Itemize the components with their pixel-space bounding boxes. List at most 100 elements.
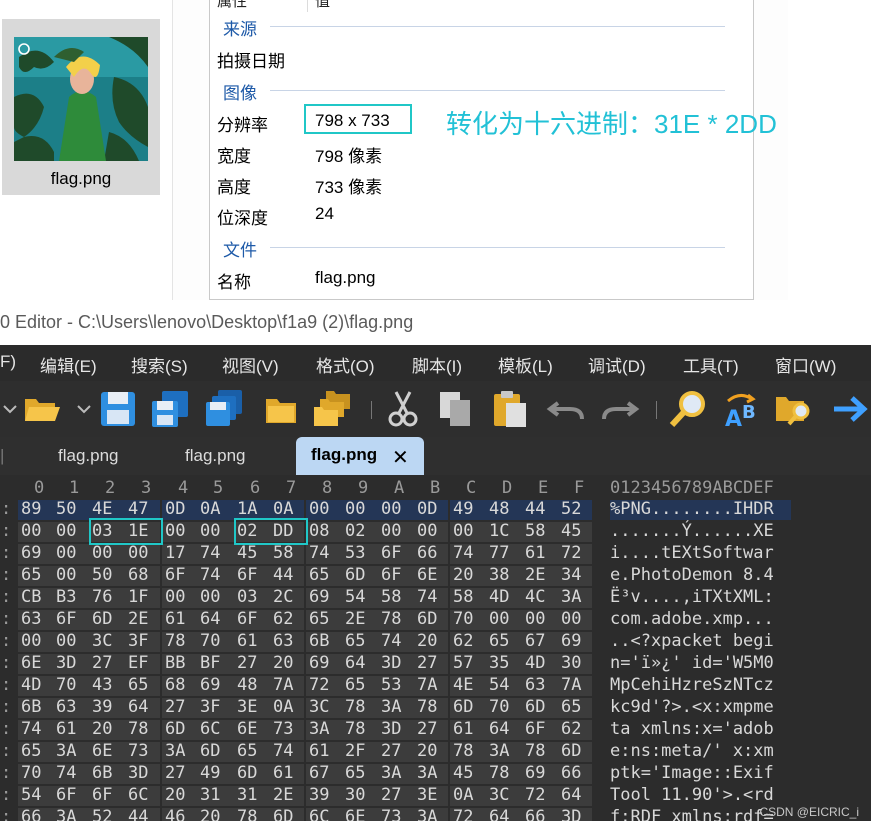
hex-byte[interactable]: 61 — [525, 543, 545, 563]
hex-row[interactable]: :65 3A 6E 73 3A 6D 65 74 61 2F 27 20 78 3A 78 6D e:ns:me… — [0, 741, 871, 763]
close-tab-icon[interactable]: ✕ — [392, 445, 409, 470]
hex-byte[interactable]: 39 — [309, 785, 329, 805]
hex-row[interactable]: :66 3A 52 44 46 20 78 6D 6C 6E 73 3A 72 64 66 3D f:RDF x… — [0, 807, 871, 821]
hex-byte[interactable]: 00 — [165, 521, 185, 541]
ascii-text[interactable]: ptk='Image::Exif — [610, 763, 774, 783]
hex-byte[interactable]: 3D — [56, 653, 76, 673]
hex-byte[interactable]: 34 — [561, 565, 581, 585]
hex-byte[interactable]: 1C — [489, 521, 509, 541]
hex-byte[interactable]: 3F — [200, 697, 220, 717]
hex-byte[interactable]: 4D — [489, 587, 509, 607]
hex-byte[interactable]: 67 — [309, 763, 329, 783]
tab-flag-png-1[interactable]: flag.png — [58, 437, 119, 475]
hex-byte[interactable]: 65 — [21, 741, 41, 761]
hex-byte[interactable]: 6D — [525, 697, 545, 717]
hex-byte[interactable]: 70 — [200, 631, 220, 651]
hex-byte[interactable]: 27 — [417, 653, 437, 673]
hex-byte[interactable]: 64 — [345, 653, 365, 673]
property-column-header[interactable]: 属性 — [217, 0, 247, 11]
menu-tools[interactable]: 工具(T) — [683, 352, 739, 377]
hex-row[interactable]: :65 00 50 68 6F 74 6F 44 65 6D 6F 6E 20 38 2E 34 e.Photo… — [0, 565, 871, 587]
hex-byte[interactable]: 3D — [381, 719, 401, 739]
hex-byte[interactable]: 65 — [128, 675, 148, 695]
hex-byte[interactable]: 27 — [165, 763, 185, 783]
hex-byte[interactable]: 64 — [128, 697, 148, 717]
hex-byte[interactable]: 2E — [525, 565, 545, 585]
hex-byte[interactable]: 61 — [237, 631, 257, 651]
hex-byte[interactable]: 61 — [273, 763, 293, 783]
hex-byte[interactable]: 61 — [453, 719, 473, 739]
ascii-text[interactable]: .......Ý......XE — [610, 521, 774, 541]
hex-byte[interactable]: 54 — [345, 587, 365, 607]
hex-byte[interactable]: 4C — [525, 587, 545, 607]
menu-edit[interactable]: 编辑(E) — [40, 352, 97, 377]
find-in-files-icon[interactable] — [774, 389, 814, 429]
menu-view[interactable]: 视图(V) — [222, 352, 279, 377]
hex-byte[interactable]: 69 — [309, 587, 329, 607]
hex-byte[interactable]: 52 — [561, 499, 581, 519]
hex-byte[interactable]: 27 — [237, 653, 257, 673]
paste-icon[interactable] — [490, 389, 530, 429]
hex-byte[interactable]: 52 — [92, 807, 112, 821]
hex-byte[interactable]: 62 — [453, 631, 473, 651]
hex-byte[interactable]: 67 — [525, 631, 545, 651]
hex-byte[interactable]: 27 — [165, 697, 185, 717]
hex-byte[interactable]: 70 — [56, 675, 76, 695]
hex-byte[interactable]: 66 — [561, 763, 581, 783]
hex-byte[interactable]: 3A — [56, 741, 76, 761]
hex-byte[interactable]: 6E — [21, 653, 41, 673]
hex-byte[interactable]: 6F — [237, 565, 257, 585]
hex-byte[interactable]: 70 — [489, 697, 509, 717]
menu-search[interactable]: 搜索(S) — [131, 352, 188, 377]
hex-byte[interactable]: 0A — [200, 499, 220, 519]
hex-byte[interactable]: 43 — [92, 675, 112, 695]
hex-byte[interactable]: 6E — [345, 807, 365, 821]
hex-byte[interactable]: 72 — [309, 675, 329, 695]
file-thumbnail-card[interactable]: flag.png — [2, 19, 160, 195]
hex-byte[interactable]: 65 — [489, 631, 509, 651]
hex-byte[interactable]: 54 — [21, 785, 41, 805]
hex-byte[interactable]: 7A — [273, 675, 293, 695]
hex-byte[interactable]: 00 — [561, 609, 581, 629]
hex-byte[interactable]: 3C — [309, 697, 329, 717]
hex-byte[interactable]: 74 — [21, 719, 41, 739]
hex-byte[interactable]: 6F — [56, 785, 76, 805]
hex-byte[interactable]: 6F — [56, 609, 76, 629]
open-dropdown-icon[interactable] — [74, 389, 94, 429]
cut-icon[interactable] — [383, 389, 423, 429]
hex-byte[interactable]: 0A — [273, 697, 293, 717]
ascii-text[interactable]: %PNG........IHDR — [610, 499, 774, 519]
hex-byte[interactable]: 4E — [92, 499, 112, 519]
redo-icon[interactable] — [600, 389, 640, 429]
hex-byte[interactable]: 30 — [561, 653, 581, 673]
hex-byte[interactable]: 89 — [21, 499, 41, 519]
hex-byte[interactable]: 63 — [273, 631, 293, 651]
hex-byte[interactable]: 17 — [165, 543, 185, 563]
copy-icon[interactable] — [436, 389, 476, 429]
hex-byte[interactable]: 7A — [417, 675, 437, 695]
hex-byte[interactable]: 6B — [309, 631, 329, 651]
open-workspace-icon[interactable] — [262, 389, 302, 429]
hex-byte[interactable]: 00 — [200, 521, 220, 541]
hex-byte[interactable]: 4D — [21, 675, 41, 695]
hex-byte[interactable]: 20 — [92, 719, 112, 739]
menu-debug[interactable]: 调试(D) — [588, 352, 646, 377]
hex-byte[interactable]: 74 — [200, 543, 220, 563]
hex-byte[interactable]: 6E — [417, 565, 437, 585]
hex-byte[interactable]: 1F — [128, 587, 148, 607]
hex-byte[interactable]: 00 — [92, 543, 112, 563]
hex-byte[interactable]: 6D — [200, 741, 220, 761]
hex-byte[interactable]: 20 — [417, 631, 437, 651]
hex-byte[interactable]: 74 — [381, 631, 401, 651]
hex-byte[interactable]: 20 — [200, 807, 220, 821]
hex-byte[interactable]: 62 — [561, 719, 581, 739]
hex-byte[interactable]: 3F — [128, 631, 148, 651]
hex-byte[interactable]: 31 — [200, 785, 220, 805]
hex-byte[interactable]: 70 — [21, 763, 41, 783]
hex-byte[interactable]: 64 — [561, 785, 581, 805]
hex-byte[interactable]: 72 — [453, 807, 473, 821]
hex-byte[interactable]: 47 — [128, 499, 148, 519]
undo-icon[interactable] — [546, 389, 586, 429]
hex-byte[interactable]: 3A — [561, 587, 581, 607]
hex-byte[interactable]: 65 — [21, 565, 41, 585]
